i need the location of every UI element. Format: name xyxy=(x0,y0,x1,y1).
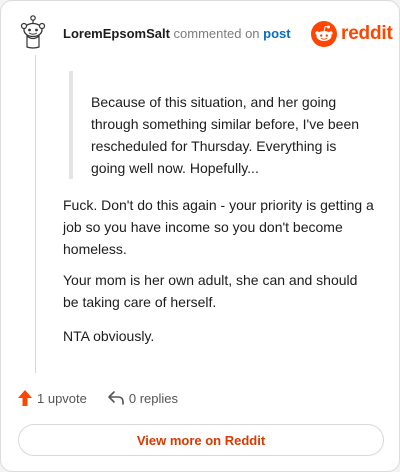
reddit-wordmark: reddit xyxy=(341,23,393,44)
username-link[interactable]: LoremEpsomSalt xyxy=(63,26,170,41)
reddit-logo[interactable]: reddit xyxy=(311,21,393,47)
upvote-count: 1 upvote xyxy=(37,390,87,406)
snoo-avatar-icon xyxy=(20,15,46,49)
view-more-button[interactable]: View more on Reddit xyxy=(18,424,384,456)
comment-paragraph-2: Your mom is her own adult, she can and s… xyxy=(63,272,358,310)
comment-card: LoremEpsomSalt commented on post reddit … xyxy=(0,0,400,472)
commented-on-text: commented on xyxy=(173,26,260,41)
comment-paragraph-1: Fuck. Don't do this again - your priorit… xyxy=(63,197,374,257)
reddit-logo-icon xyxy=(311,21,337,47)
reply-arrow-icon xyxy=(108,391,124,405)
replies-count: 0 replies xyxy=(128,390,179,406)
upvote-arrow-icon xyxy=(18,390,32,406)
comment-actions: 1 upvote 0 replies xyxy=(17,389,178,407)
comment-paragraph-3: NTA obviously. xyxy=(63,328,155,344)
post-link[interactable]: post xyxy=(263,26,290,41)
thread-line xyxy=(35,55,36,373)
avatar[interactable] xyxy=(18,15,48,49)
quoted-text: Because of this situation, and her going… xyxy=(69,71,369,179)
comment-header: LoremEpsomSalt commented on post xyxy=(63,26,291,41)
replies-button[interactable]: 0 replies xyxy=(107,390,178,406)
upvote-button[interactable]: 1 upvote xyxy=(17,389,87,407)
